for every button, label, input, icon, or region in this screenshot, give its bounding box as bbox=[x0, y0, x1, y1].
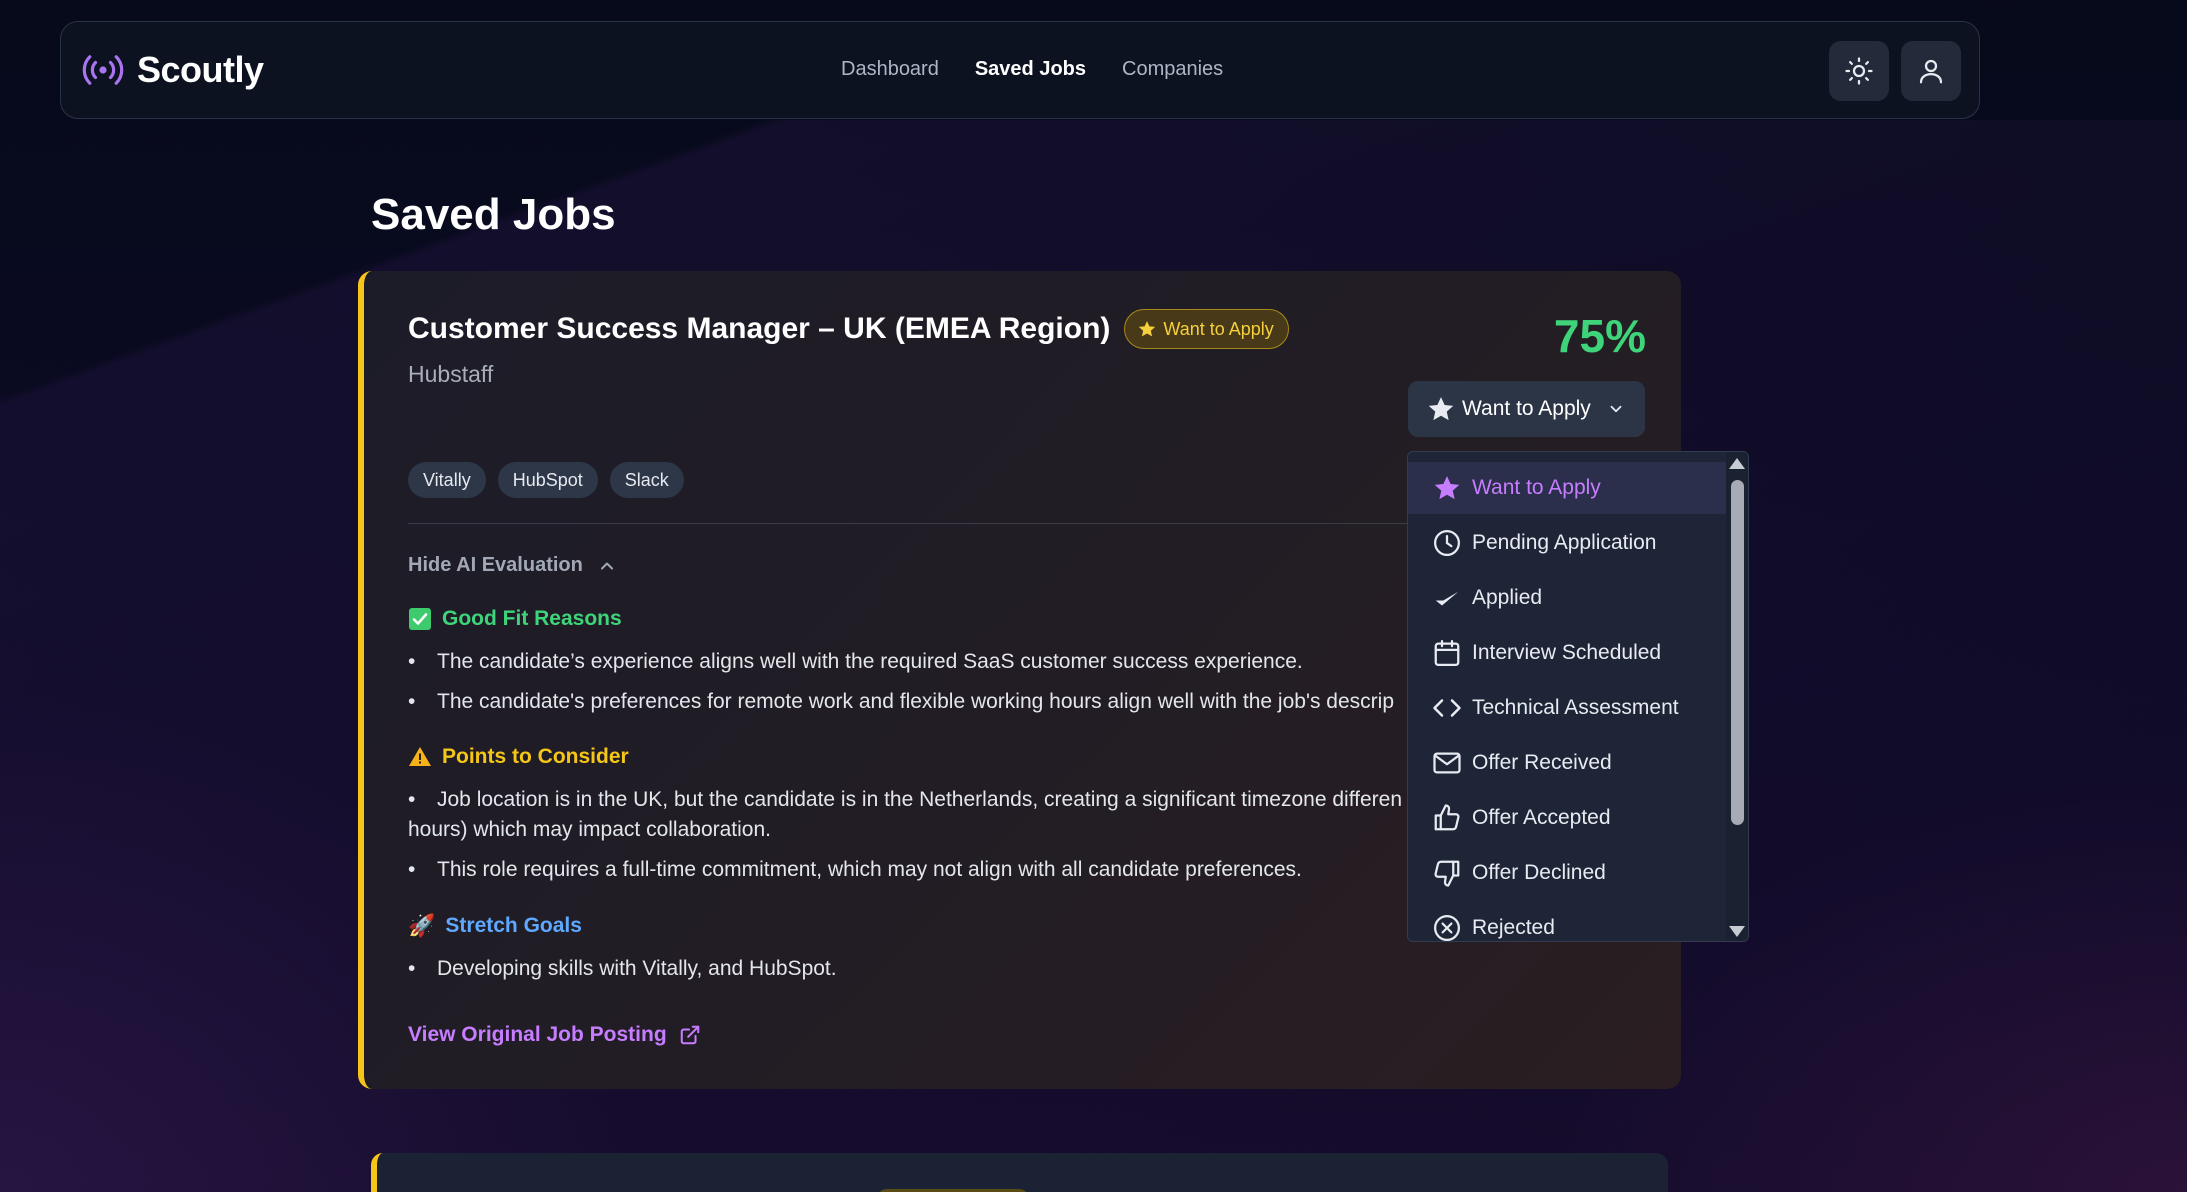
option-label: Rejected bbox=[1472, 916, 1555, 939]
option-label: Pending Application bbox=[1472, 531, 1657, 554]
status-badge-label: Want to Apply bbox=[1163, 318, 1274, 339]
status-option-pending-application[interactable]: Pending Application bbox=[1408, 517, 1728, 569]
status-dropdown-menu: Want to Apply Pending Application Applie… bbox=[1407, 451, 1749, 942]
skill-tag: Vitally bbox=[408, 462, 486, 498]
hide-ai-evaluation-button[interactable]: Hide AI Evaluation bbox=[408, 554, 617, 577]
code-icon bbox=[1433, 699, 1461, 717]
page-title: Saved Jobs bbox=[371, 190, 616, 239]
scroll-down-arrow[interactable] bbox=[1729, 926, 1745, 937]
option-label: Offer Received bbox=[1472, 751, 1612, 774]
x-circle-icon bbox=[1434, 915, 1460, 941]
status-option-offer-accepted[interactable]: Offer Accepted bbox=[1408, 792, 1728, 844]
warning-icon bbox=[409, 747, 431, 766]
status-option-rejected[interactable]: Rejected bbox=[1408, 902, 1728, 941]
list-item: The candidate’s experience aligns well w… bbox=[408, 647, 1408, 677]
theme-toggle-button[interactable] bbox=[1829, 41, 1889, 101]
clock-icon bbox=[1434, 530, 1460, 556]
points-to-consider-heading-text: Points to Consider bbox=[442, 745, 629, 768]
broadcast-icon bbox=[82, 55, 124, 85]
option-label: Offer Declined bbox=[1472, 861, 1606, 884]
star-icon bbox=[1434, 476, 1460, 500]
thumbs-down-icon bbox=[1434, 860, 1460, 887]
view-original-posting-link[interactable]: View Original Job Posting bbox=[408, 1023, 701, 1047]
points-to-consider-heading: Points to Consider bbox=[408, 745, 629, 769]
status-option-offer-received[interactable]: Offer Received bbox=[1408, 737, 1728, 789]
user-icon bbox=[1919, 59, 1943, 84]
points-to-consider-list: Job location is in the UK, but the candi… bbox=[408, 785, 1408, 895]
eval-toggle-label: Hide AI Evaluation bbox=[408, 554, 583, 576]
star-icon bbox=[1428, 397, 1454, 421]
logo-text: Scoutly bbox=[137, 49, 264, 90]
top-navbar: Scoutly Dashboard Saved Jobs Companies bbox=[60, 21, 1980, 119]
nav-links: Dashboard Saved Jobs Companies bbox=[841, 58, 1223, 81]
chevron-up-icon bbox=[600, 562, 613, 569]
profile-button[interactable] bbox=[1901, 41, 1961, 101]
dropdown-scrollbar[interactable] bbox=[1726, 452, 1748, 941]
company-name: Hubstaff bbox=[408, 361, 494, 387]
status-option-want-to-apply[interactable]: Want to Apply bbox=[1408, 462, 1728, 514]
job-title-row: Customer Success Manager – UK (EMEA Regi… bbox=[408, 309, 1289, 349]
status-select[interactable]: Want to Apply bbox=[1408, 381, 1645, 437]
list-item: This role requires a full-time commitmen… bbox=[408, 855, 1408, 885]
rocket-icon: 🚀 bbox=[408, 913, 436, 938]
list-item: The candidate's preferences for remote w… bbox=[408, 687, 1408, 717]
check-icon bbox=[1435, 591, 1459, 606]
option-label: Offer Accepted bbox=[1472, 806, 1611, 829]
option-label: Technical Assessment bbox=[1472, 696, 1679, 719]
chevron-down-icon bbox=[1610, 405, 1622, 413]
mail-icon bbox=[1433, 752, 1461, 774]
list-item: Job location is in the UK, but the candi… bbox=[408, 785, 1408, 845]
good-fit-list: The candidate’s experience aligns well w… bbox=[408, 647, 1408, 727]
good-fit-heading: Good Fit Reasons bbox=[408, 607, 622, 631]
status-option-interview-scheduled[interactable]: Interview Scheduled bbox=[1408, 627, 1728, 679]
option-label: Want to Apply bbox=[1472, 476, 1601, 499]
skill-tag: HubSpot bbox=[497, 462, 598, 498]
option-label: Interview Scheduled bbox=[1472, 641, 1662, 664]
calendar-icon bbox=[1434, 640, 1460, 666]
option-label: Applied bbox=[1472, 586, 1543, 609]
status-select-label: Want to Apply bbox=[1462, 397, 1591, 420]
stretch-goals-heading-text: Stretch Goals bbox=[445, 914, 582, 937]
status-option-technical-assessment[interactable]: Technical Assessment bbox=[1408, 682, 1728, 734]
job-title: Customer Success Manager – UK (EMEA Regi… bbox=[408, 312, 1111, 345]
view-link-label: View Original Job Posting bbox=[408, 1023, 667, 1046]
check-box-icon bbox=[409, 608, 431, 630]
star-icon bbox=[1139, 321, 1156, 337]
nav-link-companies[interactable]: Companies bbox=[1122, 58, 1223, 81]
good-fit-heading-text: Good Fit Reasons bbox=[442, 607, 622, 630]
scroll-thumb[interactable] bbox=[1731, 480, 1744, 825]
status-option-offer-declined[interactable]: Offer Declined bbox=[1408, 847, 1728, 899]
status-option-applied[interactable]: Applied bbox=[1408, 572, 1728, 624]
list-item: Developing skills with Vitally, and HubS… bbox=[408, 954, 1408, 984]
stretch-goals-heading: 🚀 Stretch Goals bbox=[408, 913, 582, 939]
nav-link-saved-jobs[interactable]: Saved Jobs bbox=[975, 58, 1086, 81]
nav-link-dashboard[interactable]: Dashboard bbox=[841, 58, 939, 81]
match-score: 75% bbox=[1553, 310, 1646, 362]
skill-tags: Vitally HubSpot Slack bbox=[408, 462, 684, 498]
external-link-icon bbox=[680, 1025, 699, 1045]
status-badge: Want to Apply bbox=[1124, 309, 1289, 349]
logo[interactable]: Scoutly bbox=[81, 48, 264, 92]
skill-tag: Slack bbox=[609, 462, 684, 498]
sun-icon bbox=[1845, 57, 1873, 85]
stretch-goals-list: Developing skills with Vitally, and HubS… bbox=[408, 954, 1408, 994]
job-card-next[interactable] bbox=[371, 1153, 1668, 1192]
thumbs-up-icon bbox=[1434, 804, 1460, 831]
scroll-up-arrow[interactable] bbox=[1729, 458, 1745, 469]
